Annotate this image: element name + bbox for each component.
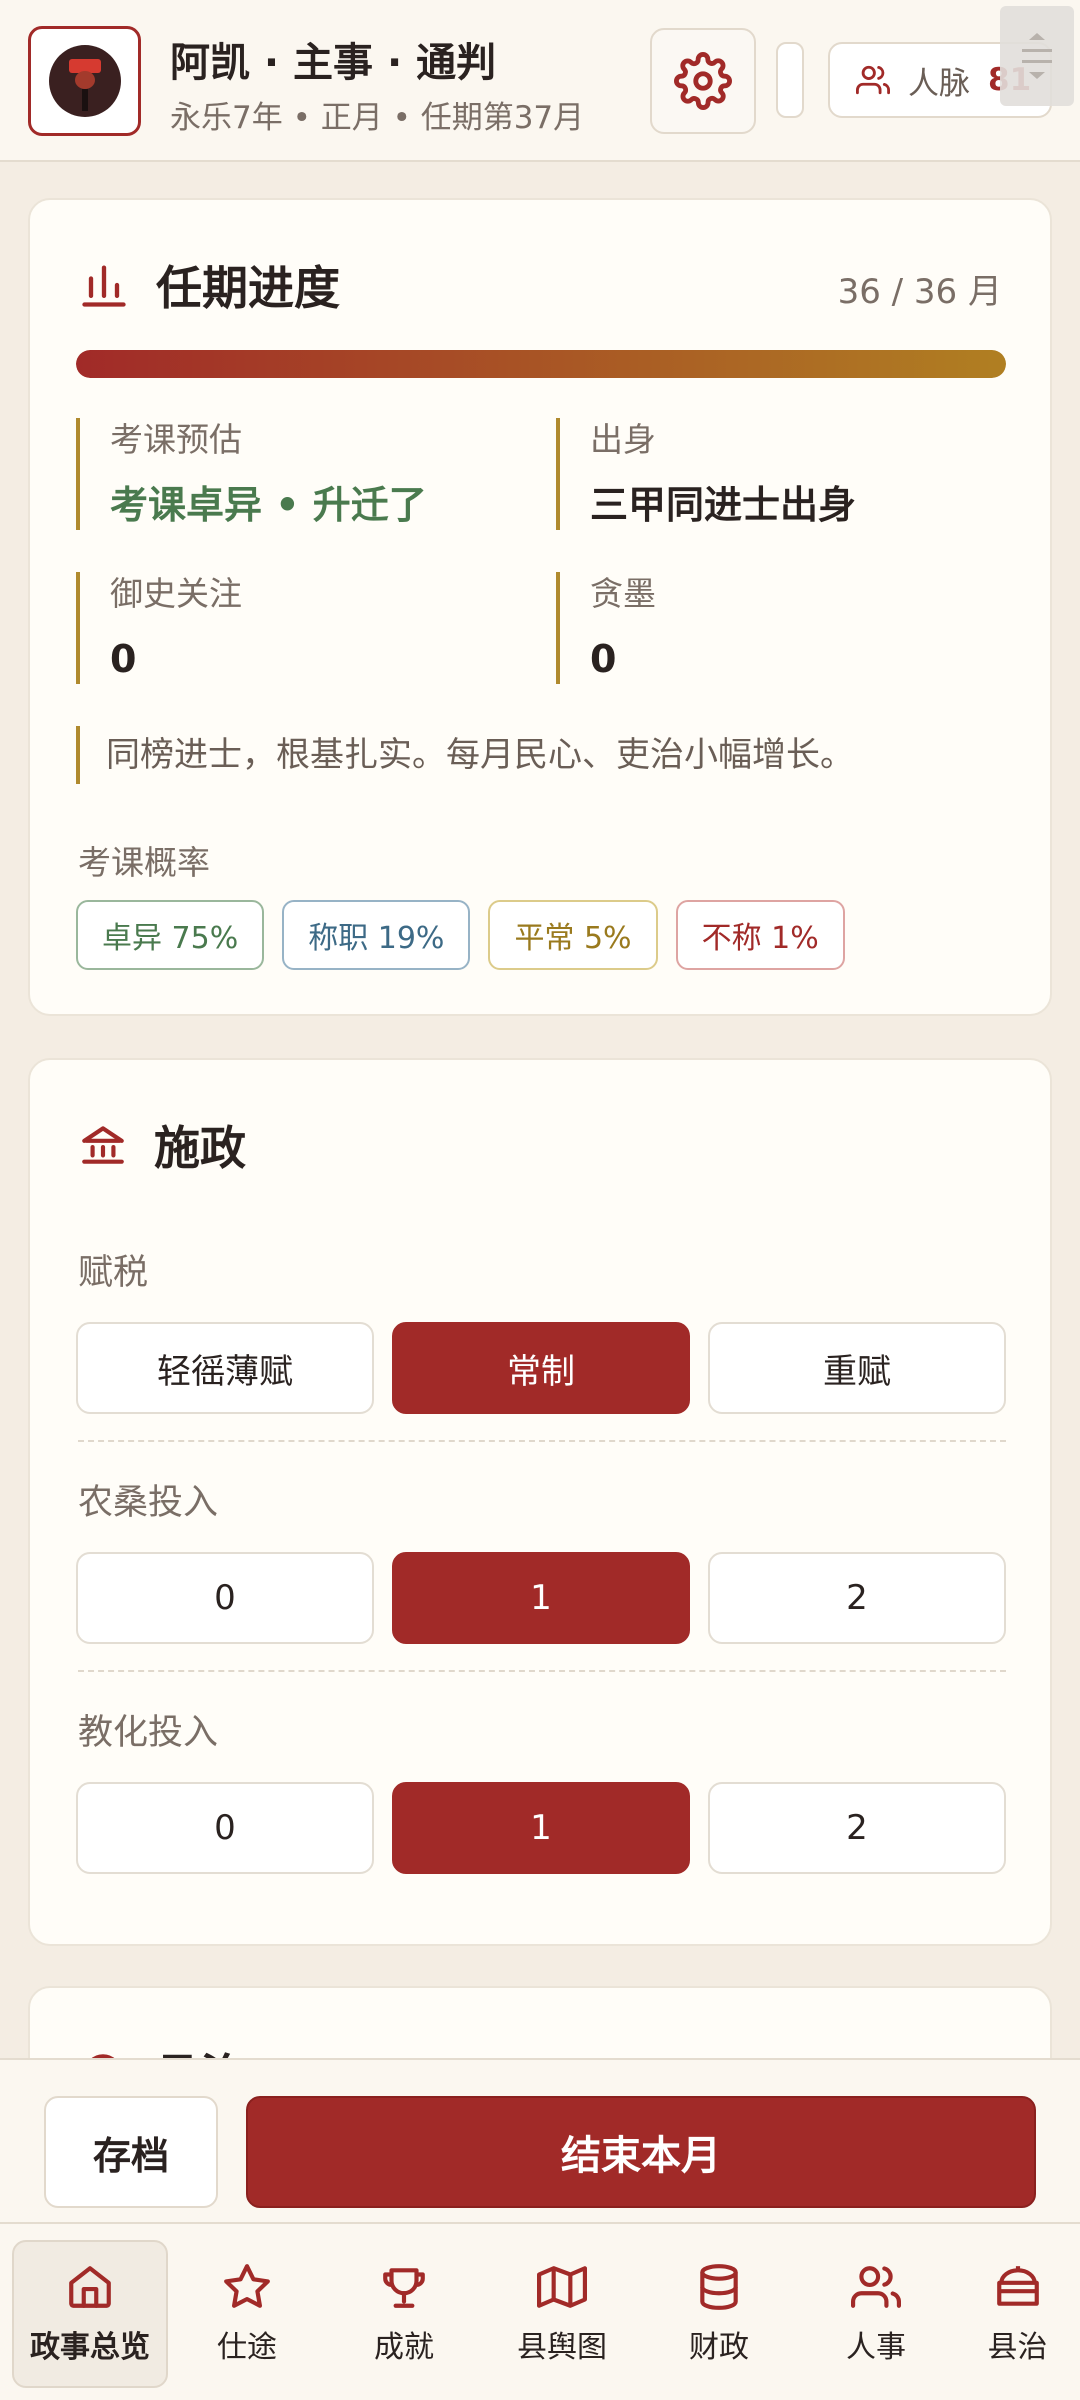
- divider: [78, 1440, 1006, 1442]
- stat-corruption: 贪墨 0: [556, 572, 996, 684]
- tax-label: 赋税: [78, 1253, 149, 1293]
- end-month-button[interactable]: 结束本月: [246, 2096, 1036, 2208]
- top-header: 阿凯 · 主事 · 通判 永乐7年 • 正月 • 任期第37月 人脉 81: [0, 0, 1080, 162]
- avatar[interactable]: [28, 26, 141, 136]
- nav-label: 人事: [846, 2330, 906, 2365]
- nav-label: 政事总览: [30, 2330, 150, 2365]
- agri-label: 农桑投入: [78, 1483, 219, 1523]
- settings-button[interactable]: [650, 28, 756, 134]
- stat-censor: 御史关注 0: [76, 572, 516, 684]
- nav-item-achievements[interactable]: 成就: [326, 2240, 482, 2388]
- nav-item-map[interactable]: 县舆图: [484, 2240, 640, 2388]
- tenure-title: 任期进度: [156, 261, 340, 315]
- probability-label: 考课概率: [78, 843, 210, 882]
- stat-value: 考课卓异 • 升迁了: [110, 483, 427, 527]
- header-chip-partial[interactable]: [776, 42, 804, 118]
- stat-value: 三甲同进士出身: [590, 483, 857, 527]
- tenure-card: 任期进度 36 / 36 月 考课预估 考课卓异 • 升迁了 出身 三甲同进士出…: [28, 198, 1052, 1016]
- prob-chip-average: 平常 5%: [488, 900, 658, 970]
- nav-item-finance[interactable]: 财政: [641, 2240, 797, 2388]
- nav-label: 仕途: [217, 2330, 277, 2365]
- stat-origin: 出身 三甲同进士出身: [556, 418, 996, 530]
- divider: [78, 1670, 1006, 1672]
- stat-assessment: 考课预估 考课卓异 • 升迁了: [76, 418, 516, 530]
- renmai-label: 人脉: [908, 65, 970, 102]
- prob-chip-unfit: 不称 1%: [675, 900, 845, 970]
- chevron-up-icon: [1029, 33, 1045, 40]
- chevron-down-icon: [1029, 72, 1045, 79]
- trait-note: 同榜进士，根基扎实。每月民心、吏治小幅增长。: [76, 726, 854, 784]
- government-building-icon: [82, 1126, 124, 1164]
- official-portrait-icon: [48, 45, 121, 117]
- stat-label: 御史关注: [110, 574, 242, 613]
- tenure-progress-fill: [76, 350, 1006, 378]
- edu-option-2[interactable]: 2: [708, 1782, 1006, 1874]
- stat-value: 0: [590, 637, 617, 681]
- edu-option-0[interactable]: 0: [76, 1782, 374, 1874]
- stat-value: 0: [110, 637, 137, 681]
- database-icon: [700, 2264, 738, 2310]
- nav-label: 县治: [987, 2330, 1048, 2365]
- bar-chart-icon: [82, 265, 126, 307]
- player-title: 阿凯 · 主事 · 通判: [170, 40, 497, 86]
- policy-title: 施政: [154, 1121, 246, 1175]
- tax-options: 轻徭薄赋 常制 重赋: [76, 1322, 1006, 1414]
- nav-item-county[interactable]: 县治: [955, 2240, 1080, 2388]
- edu-label: 教化投入: [78, 1713, 219, 1753]
- stat-label: 贪墨: [590, 574, 656, 613]
- tenure-count: 36 / 36 月: [837, 272, 1002, 312]
- stat-label: 出身: [590, 420, 656, 459]
- users-icon: [856, 65, 890, 95]
- tenure-progress-bar: [76, 350, 1006, 378]
- agri-option-1[interactable]: 1: [392, 1552, 690, 1644]
- star-icon: [224, 2264, 270, 2308]
- nav-label: 财政: [689, 2330, 749, 2365]
- home-icon: [69, 2266, 111, 2308]
- nav-item-personnel[interactable]: 人事: [798, 2240, 954, 2388]
- nav-item-career[interactable]: 仕途: [169, 2240, 325, 2388]
- tax-option-heavy[interactable]: 重赋: [708, 1322, 1006, 1414]
- edu-option-1[interactable]: 1: [392, 1782, 690, 1874]
- agri-option-0[interactable]: 0: [76, 1552, 374, 1644]
- stat-label: 考课预估: [110, 420, 242, 459]
- building-icon: [996, 2266, 1039, 2306]
- probability-chips: 卓异 75% 称职 19% 平常 5% 不称 1%: [76, 900, 845, 970]
- gear-icon: [674, 52, 732, 110]
- prob-chip-excellent: 卓异 75%: [76, 900, 265, 970]
- prob-chip-competent: 称职 19%: [282, 900, 471, 970]
- map-icon: [537, 2266, 587, 2308]
- nav-label: 成就: [374, 2330, 434, 2365]
- scroll-handle[interactable]: [1000, 6, 1074, 106]
- agri-option-2[interactable]: 2: [708, 1552, 1006, 1644]
- trophy-icon: [383, 2268, 425, 2308]
- users-icon: [851, 2266, 901, 2308]
- edu-options: 0 1 2: [76, 1782, 1006, 1874]
- policy-card: 施政 赋税 轻徭薄赋 常制 重赋 农桑投入 0 1 2 教化投入 0 1 2: [28, 1058, 1052, 1946]
- bottom-nav: 政事总览 仕途 成就 县舆图 财政 人事 县治: [0, 2222, 1080, 2400]
- tax-option-standard[interactable]: 常制: [392, 1322, 690, 1414]
- date-subtitle: 永乐7年 • 正月 • 任期第37月: [170, 100, 585, 136]
- action-bar: 存档 结束本月: [0, 2058, 1080, 2222]
- agri-options: 0 1 2: [76, 1552, 1006, 1644]
- save-button[interactable]: 存档: [44, 2096, 218, 2208]
- nav-item-overview[interactable]: 政事总览: [12, 2240, 168, 2388]
- nav-label: 县舆图: [517, 2330, 607, 2365]
- tax-option-light[interactable]: 轻徭薄赋: [76, 1322, 374, 1414]
